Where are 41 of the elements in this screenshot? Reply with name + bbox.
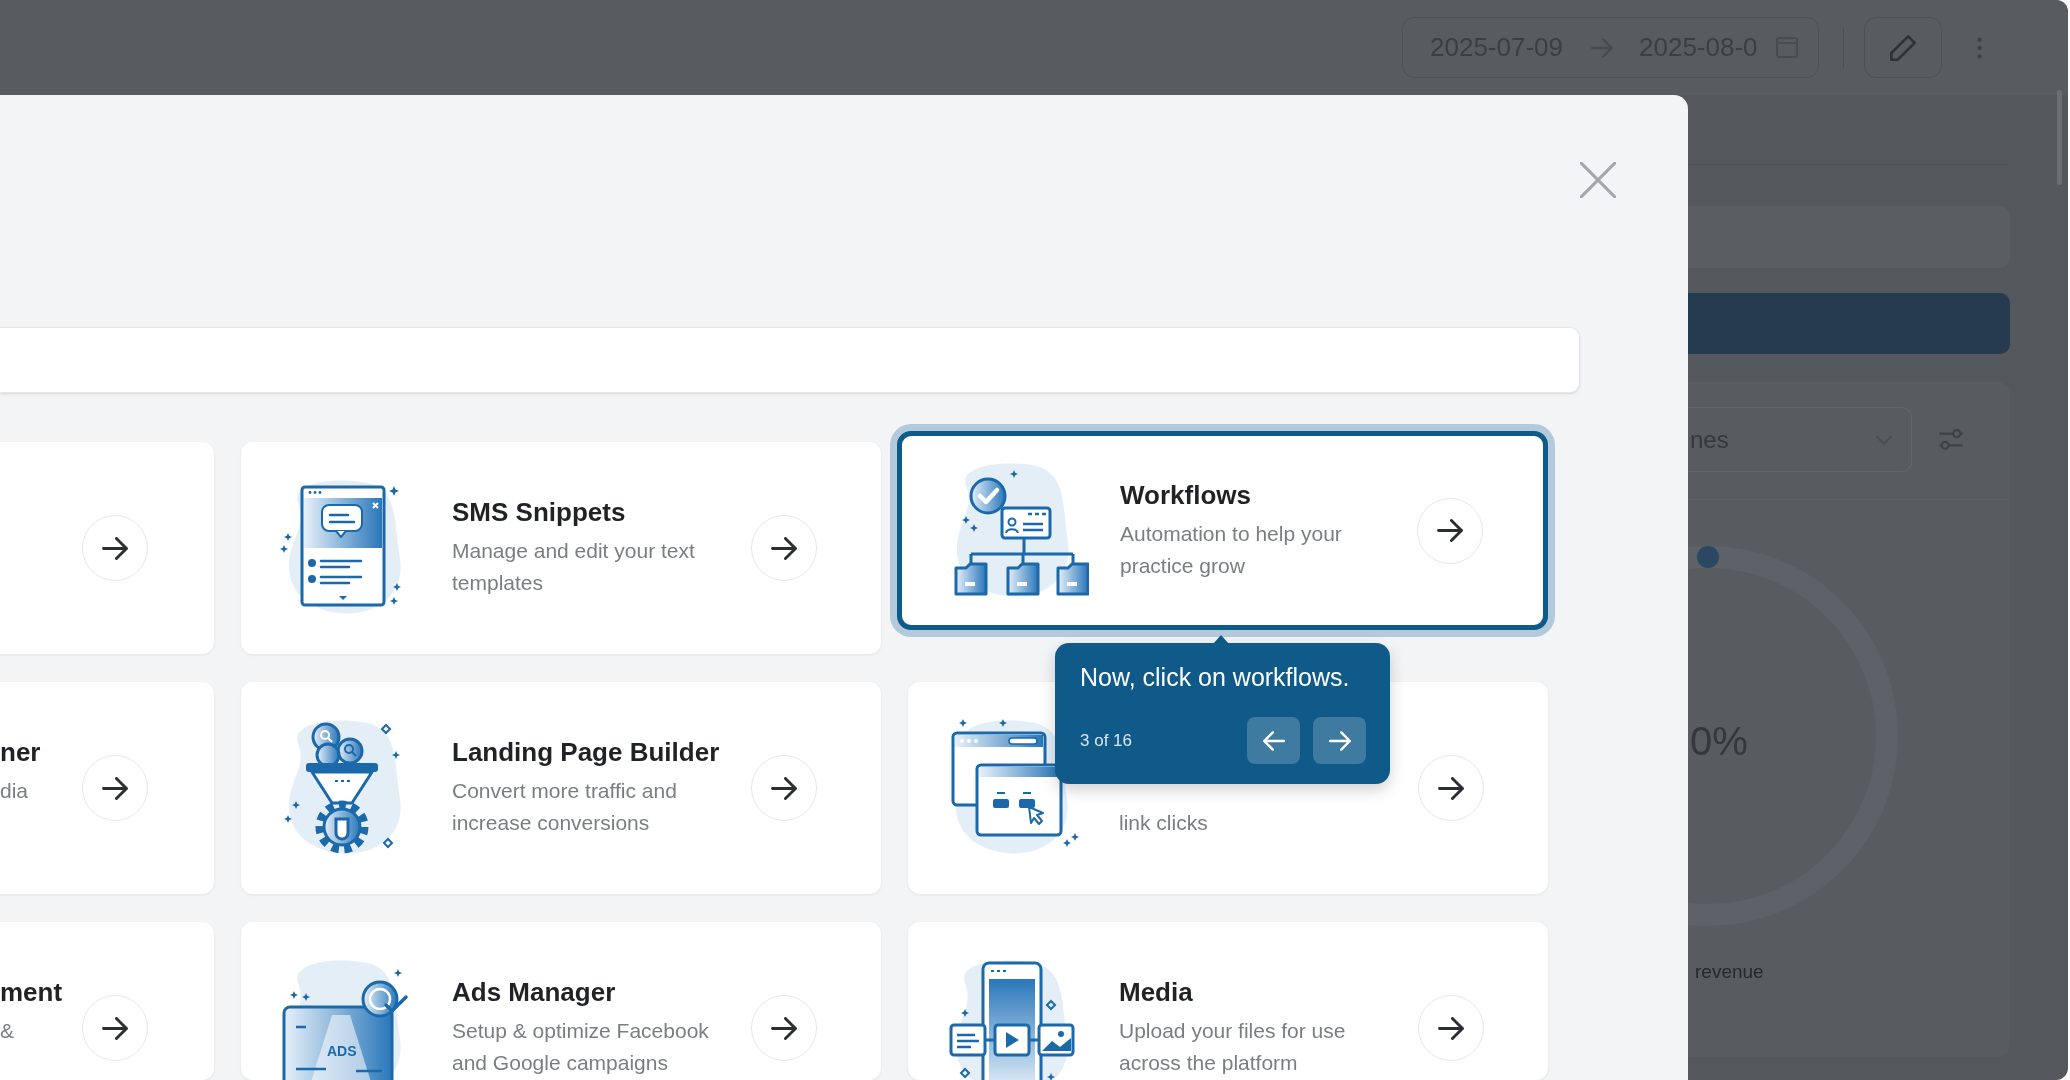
arrow-right-icon [102, 776, 128, 800]
card-title: ment [0, 976, 64, 1008]
feature-card[interactable]: ment & [0, 922, 214, 1080]
arrow-right-icon [1438, 1016, 1464, 1040]
arrow-right-icon [1437, 519, 1463, 542]
arrow-right-icon [102, 536, 128, 560]
card-title: SMS Snippets [452, 496, 627, 528]
card-description: & [0, 1018, 15, 1044]
sliders-icon [1938, 429, 1964, 450]
feature-card[interactable]: SMS Snippets Manage and edit your text templates [241, 442, 881, 654]
previous-button[interactable] [1247, 717, 1300, 764]
close-icon [1580, 162, 1616, 198]
card-title: Ads Manager [452, 976, 617, 1008]
arrow-right-icon [771, 1016, 797, 1040]
step-counter: 3 of 16 [1080, 729, 1132, 752]
arrow-left-icon [1262, 730, 1285, 751]
arrow-right-icon [102, 1016, 128, 1040]
card-description: Upload your files for use across the platform [1119, 1018, 1347, 1076]
card-description: link clicks [1119, 810, 1209, 836]
arrow-right-icon [1438, 776, 1464, 800]
arrow-right-icon [771, 536, 797, 560]
card-description: dia [0, 778, 30, 804]
feature-card[interactable]: ner dia [0, 682, 214, 894]
card-description: Manage and edit your text templates [452, 538, 696, 596]
search-field[interactable] [0, 327, 1580, 393]
kebab-icon [1977, 36, 1982, 59]
feature-card[interactable]: Landing Page Builder Convert more traffic and increase conversions [241, 682, 881, 894]
card-title: ner [0, 736, 42, 768]
card-title: Landing Page Builder [452, 736, 721, 768]
icon-label: ADS [327, 1044, 357, 1059]
card-description: Automation to help your practice grow [1120, 521, 1343, 579]
card-title: Workflows [1120, 479, 1252, 511]
card-description: Setup & optimize Facebook and Google campaigns [452, 1018, 710, 1076]
card-title: Media [1119, 976, 1194, 1008]
next-button[interactable] [1313, 717, 1366, 764]
card-description: Convert more traffic and increase conversions [452, 778, 678, 836]
feature-card[interactable]: ADS Ads Manager Setup & optimize Facebook and Google campaigns [241, 922, 881, 1080]
arrow-right-icon [771, 776, 797, 800]
arrow-right-icon [1328, 730, 1351, 751]
feature-card[interactable]: Media Upload your files for use across the platform [908, 922, 1548, 1080]
pencil-icon [1890, 34, 1916, 61]
